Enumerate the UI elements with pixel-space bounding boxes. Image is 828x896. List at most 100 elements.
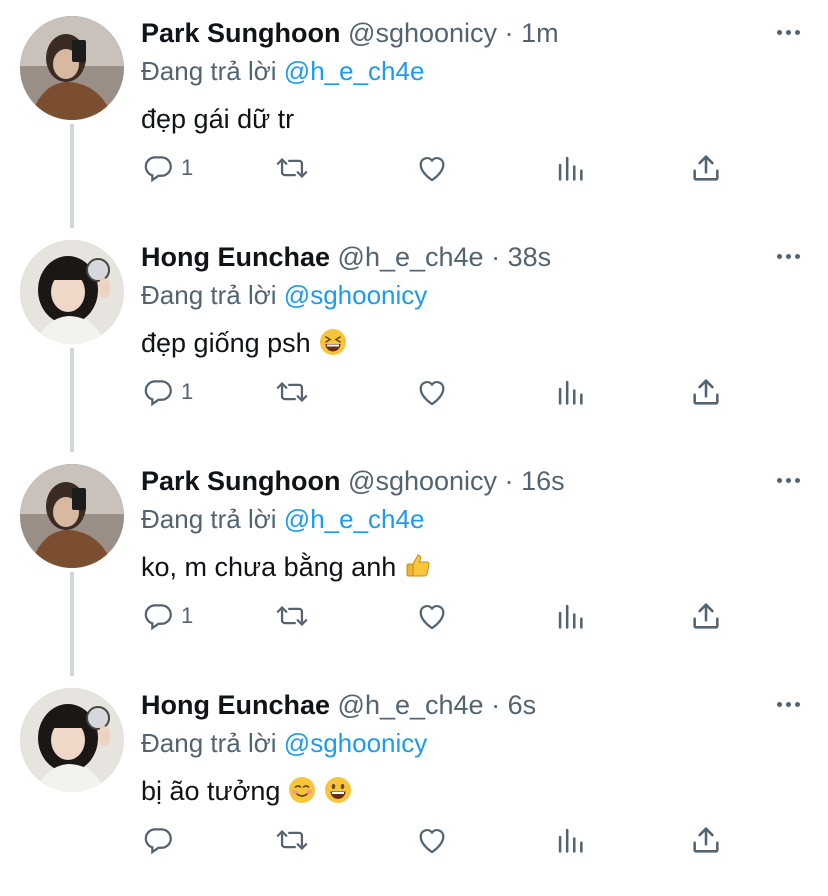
reply-button[interactable]: 1: [141, 148, 193, 188]
action-bar: [141, 820, 741, 860]
replying-prefix: Đang trả lời: [141, 56, 277, 86]
timestamp[interactable]: 38s: [508, 242, 552, 272]
display-name[interactable]: Park Sunghoon: [141, 466, 341, 496]
like-button[interactable]: [415, 596, 449, 636]
grinning-face-icon: [325, 777, 352, 803]
reply-icon: [144, 156, 172, 183]
user-handle[interactable]: @sghoonicy: [348, 466, 497, 496]
like-icon: [419, 829, 445, 854]
user-handle[interactable]: @h_e_ch4e: [338, 690, 484, 720]
reply-icon: [144, 604, 172, 631]
mention-link[interactable]: @sghoonicy: [284, 728, 427, 758]
tweet-header: Park Sunghoon @sghoonicy · 1m: [141, 18, 559, 49]
display-name[interactable]: Hong Eunchae: [141, 690, 330, 720]
retweet-icon: [276, 830, 308, 850]
user-handle[interactable]: @sghoonicy: [348, 18, 497, 48]
mention-link[interactable]: @sghoonicy: [284, 280, 427, 310]
separator-dot: ·: [504, 18, 514, 48]
avatar[interactable]: [20, 16, 124, 120]
reply-icon: [144, 828, 172, 855]
separator-dot: ·: [491, 690, 501, 720]
action-bar: 1: [141, 596, 741, 636]
share-icon: [693, 827, 719, 853]
retweet-button[interactable]: [275, 148, 309, 188]
display-name[interactable]: Park Sunghoon: [141, 18, 341, 48]
tweet[interactable]: Hong Eunchae @h_e_ch4e · 38s Đang trả lờ…: [0, 224, 828, 448]
views-button[interactable]: [553, 148, 587, 188]
views-icon: [558, 156, 583, 181]
tweet-text: đẹp giống psh: [141, 328, 347, 359]
tweet-header: Hong Eunchae @h_e_ch4e · 38s: [141, 242, 551, 273]
share-button[interactable]: [689, 596, 723, 636]
views-icon: [558, 380, 583, 405]
replying-prefix: Đang trả lời: [141, 504, 277, 534]
retweet-button[interactable]: [275, 596, 309, 636]
tweet-text-content: bị ão tưởng: [141, 776, 281, 806]
tweet-header: Park Sunghoon @sghoonicy · 16s: [141, 466, 565, 497]
like-icon: [419, 157, 445, 182]
replying-to: Đang trả lời @h_e_ch4e: [141, 504, 424, 535]
smiling-face-icon: [289, 777, 316, 803]
mention-link[interactable]: @h_e_ch4e: [284, 56, 425, 86]
replying-prefix: Đang trả lời: [141, 728, 277, 758]
share-icon: [693, 379, 719, 405]
views-icon: [558, 604, 583, 629]
timestamp[interactable]: 16s: [521, 466, 565, 496]
retweet-button[interactable]: [275, 820, 309, 860]
user-handle[interactable]: @h_e_ch4e: [338, 242, 484, 272]
views-button[interactable]: [553, 820, 587, 860]
reply-count: 1: [181, 603, 194, 628]
share-button[interactable]: [689, 820, 723, 860]
like-button[interactable]: [415, 148, 449, 188]
avatar[interactable]: [20, 464, 124, 568]
grinning-squinting-face-icon: [319, 329, 346, 355]
avatar[interactable]: [20, 240, 124, 344]
thumbs-up-icon: [406, 554, 430, 577]
replying-to: Đang trả lời @sghoonicy: [141, 280, 427, 311]
action-bar: 1: [141, 372, 741, 412]
share-button[interactable]: [689, 148, 723, 188]
reply-button[interactable]: 1: [141, 372, 193, 412]
tweet-text-content: đẹp gái dữ tr: [141, 104, 295, 134]
retweet-icon: [276, 382, 308, 402]
like-button[interactable]: [415, 372, 449, 412]
reply-count: 1: [181, 155, 194, 180]
mention-link[interactable]: @h_e_ch4e: [284, 504, 425, 534]
replying-to: Đang trả lời @sghoonicy: [141, 728, 427, 759]
tweet-text-content: đẹp giống psh: [141, 328, 311, 358]
reply-count: 1: [181, 379, 194, 404]
like-icon: [419, 381, 445, 406]
reply-icon: [144, 380, 172, 407]
timestamp[interactable]: 6s: [508, 690, 537, 720]
replying-to: Đang trả lời @h_e_ch4e: [141, 56, 424, 87]
more-icon[interactable]: [777, 30, 800, 35]
tweet[interactable]: Park Sunghoon @sghoonicy · 16s Đang trả …: [0, 448, 828, 672]
more-icon[interactable]: [777, 478, 800, 483]
share-button[interactable]: [689, 372, 723, 412]
reply-button[interactable]: [141, 820, 181, 860]
share-icon: [693, 155, 719, 181]
action-bar: 1: [141, 148, 741, 188]
retweet-icon: [276, 606, 308, 626]
separator-dot: ·: [491, 242, 501, 272]
separator-dot: ·: [504, 466, 514, 496]
tweet[interactable]: Park Sunghoon @sghoonicy · 1m Đang trả l…: [0, 0, 828, 224]
tweet-header: Hong Eunchae @h_e_ch4e · 6s: [141, 690, 536, 721]
more-icon[interactable]: [777, 702, 800, 707]
like-button[interactable]: [415, 820, 449, 860]
timestamp[interactable]: 1m: [521, 18, 559, 48]
tweet-text: đẹp gái dữ tr: [141, 104, 294, 135]
share-icon: [693, 603, 719, 629]
replying-prefix: Đang trả lời: [141, 280, 277, 310]
views-button[interactable]: [553, 372, 587, 412]
views-icon: [558, 828, 583, 853]
tweet[interactable]: Hong Eunchae @h_e_ch4e · 6s Đang trả lời…: [0, 672, 828, 896]
avatar[interactable]: [20, 688, 124, 792]
more-icon[interactable]: [777, 254, 800, 259]
reply-button[interactable]: 1: [141, 596, 193, 636]
display-name[interactable]: Hong Eunchae: [141, 242, 330, 272]
retweet-icon: [276, 158, 308, 178]
retweet-button[interactable]: [275, 372, 309, 412]
views-button[interactable]: [553, 596, 587, 636]
like-icon: [419, 605, 445, 630]
